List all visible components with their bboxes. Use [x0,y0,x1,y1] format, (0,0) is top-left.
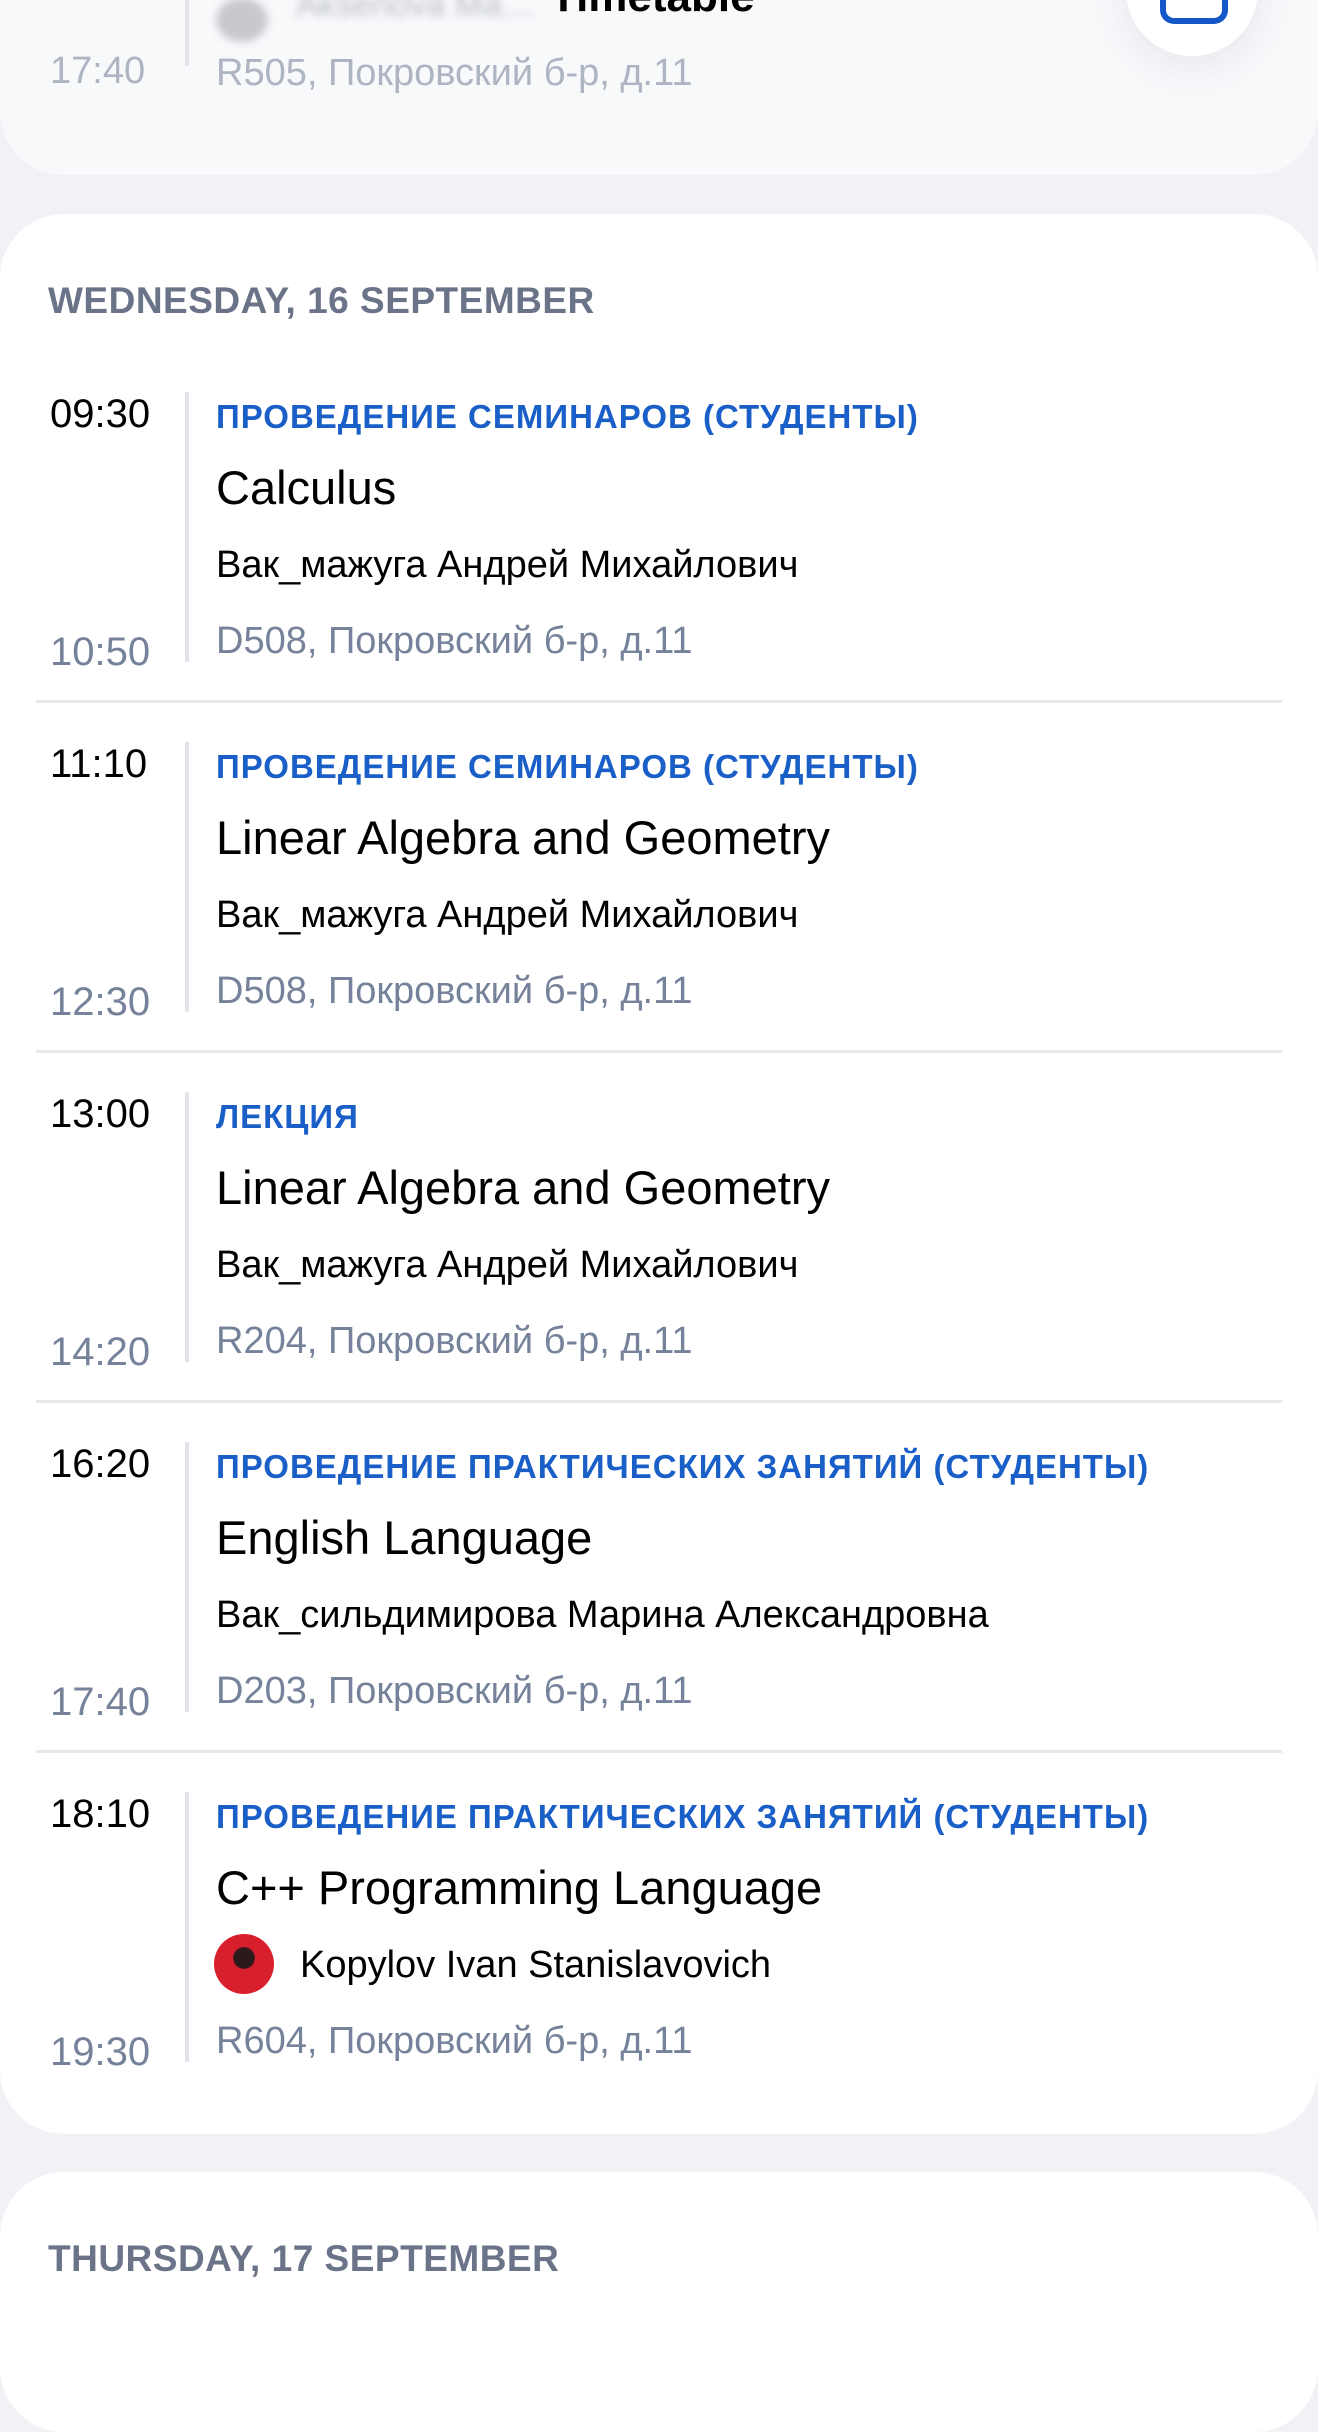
divider [36,1750,1282,1753]
lesson-end-time: 19:30 [50,2030,151,2074]
lesson-item[interactable]: 09:30 10:50 ПРОВЕДЕНИЕ СЕМИНАРОВ (СТУДЕН… [0,392,1318,742]
calendar-icon [1160,0,1228,24]
previous-day-card: Aksenova Ma… 17:40 R505, Покровский б-р,… [0,0,1318,175]
lesson-location: D508, Покровский б-р, д.11 [216,970,693,1012]
lesson-type: ЛЕКЦИЯ [216,1098,359,1135]
lesson-location: R604, Покровский б-р, д.11 [216,2020,693,2062]
lesson-start-time: 09:30 [50,392,151,436]
lesson-subject: Linear Algebra and Geometry [216,811,830,864]
lesson-location: R204, Покровский б-р, д.11 [216,1320,693,1362]
lesson-end-time: 10:50 [50,630,151,674]
lesson-type: ПРОВЕДЕНИЕ ПРАКТИЧЕСКИХ ЗАНЯТИЙ (СТУДЕНТ… [216,1448,1150,1485]
day-header: WEDNESDAY, 16 SEPTEMBER [48,280,595,321]
lesson-end-time: 14:20 [50,1330,151,1374]
lesson-teacher: Вак_мажуга Андрей Михайлович [216,1244,799,1286]
day-header: THURSDAY, 17 SEPTEMBER [48,2238,560,2279]
page-title: Timetable [550,0,755,22]
lesson-timeline [185,392,189,662]
lesson-teacher: Вак_мажуга Андрей Михайлович [216,544,799,586]
lesson-item[interactable]: 13:00 14:20 ЛЕКЦИЯ Linear Algebra and Ge… [0,1092,1318,1442]
lesson-timeline [185,1792,189,2062]
lesson-end-time: 17:40 [50,50,146,92]
lesson-subject: C++ Programming Language [216,1861,823,1914]
lesson-location: R505, Покровский б-р, д.11 [216,52,693,94]
lesson-timeline [185,1092,189,1362]
lesson-type: ПРОВЕДЕНИЕ СЕМИНАРОВ (СТУДЕНТЫ) [216,398,919,435]
lesson-subject: Calculus [216,461,397,514]
day-card-thursday: THURSDAY, 17 SEPTEMBER [0,2172,1318,2432]
lesson-item[interactable]: 16:20 17:40 ПРОВЕДЕНИЕ ПРАКТИЧЕСКИХ ЗАНЯ… [0,1442,1318,1792]
lesson-location: D203, Покровский б-р, д.11 [216,1670,693,1712]
teacher-avatar [216,0,268,42]
lesson-teacher: Kopylov Ivan Stanislavovich [300,1944,772,1986]
lesson-timeline [185,0,189,66]
lesson-location: D508, Покровский б-р, д.11 [216,620,693,662]
lesson-start-time: 18:10 [50,1792,151,1836]
lesson-type: ПРОВЕДЕНИЕ ПРАКТИЧЕСКИХ ЗАНЯТИЙ (СТУДЕНТ… [216,1798,1150,1835]
teacher-avatar[interactable] [214,1934,274,1994]
lesson-timeline [185,742,189,1012]
divider [36,700,1282,703]
lesson-teacher: Вак_мажуга Андрей Михайлович [216,894,799,936]
lesson-end-time: 17:40 [50,1680,151,1724]
lesson-start-time: 13:00 [50,1092,151,1136]
lesson-timeline [185,1442,189,1712]
lesson-item[interactable]: 11:10 12:30 ПРОВЕДЕНИЕ СЕМИНАРОВ (СТУДЕН… [0,742,1318,1092]
lesson-teacher: Вак_сильдимирова Марина Александровна [216,1594,989,1636]
lesson-type: ПРОВЕДЕНИЕ СЕМИНАРОВ (СТУДЕНТЫ) [216,748,919,785]
lesson-subject: English Language [216,1511,593,1564]
lesson-item[interactable]: 18:10 19:30 ПРОВЕДЕНИЕ ПРАКТИЧЕСКИХ ЗАНЯ… [0,1792,1318,2142]
divider [36,1050,1282,1053]
lesson-subject: Linear Algebra and Geometry [216,1161,830,1214]
lesson-teacher: Aksenova Ma… [296,0,536,24]
divider [36,1400,1282,1403]
day-card-wednesday: WEDNESDAY, 16 SEPTEMBER 09:30 10:50 ПРОВ… [0,214,1318,2134]
lesson-start-time: 16:20 [50,1442,151,1486]
lesson-start-time: 11:10 [50,742,148,786]
lesson-end-time: 12:30 [50,980,151,1024]
